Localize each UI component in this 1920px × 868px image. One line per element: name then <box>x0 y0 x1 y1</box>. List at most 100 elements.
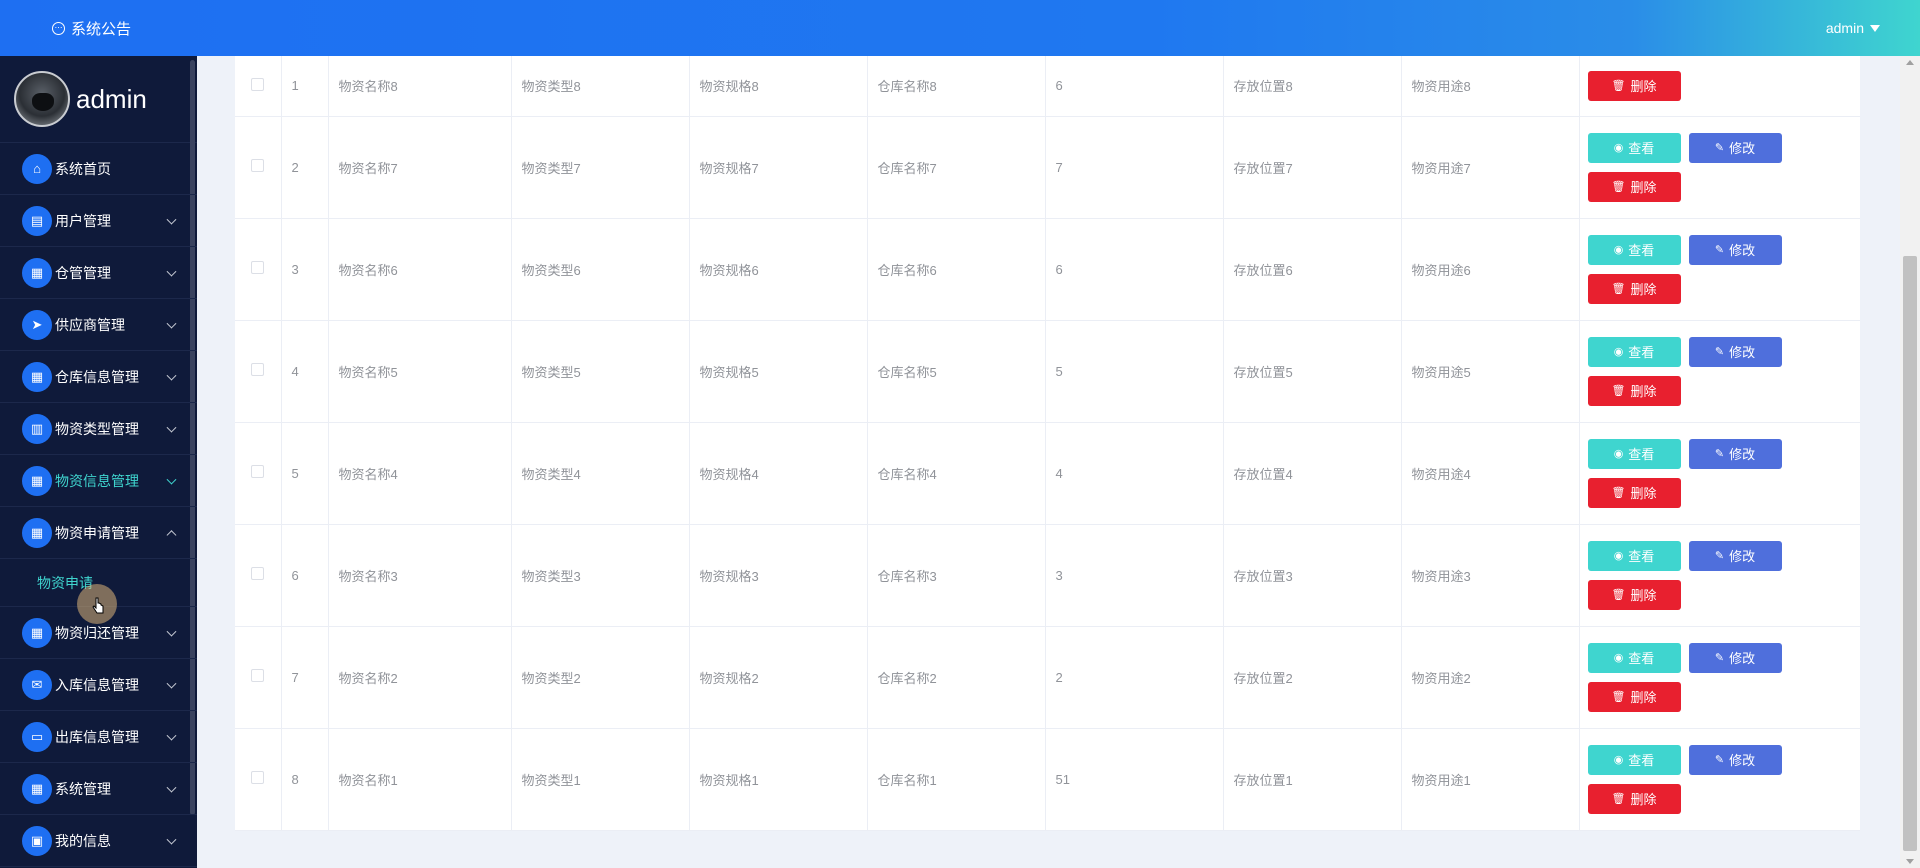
cell-warehouse: 仓库名称7 <box>867 116 1046 219</box>
cell-name: 物资名称7 <box>328 116 512 219</box>
sidebar-item-1[interactable]: ▤ 用户管理 <box>0 195 197 247</box>
delete-button[interactable]: 🗑 删除 <box>1587 579 1681 610</box>
row-checkbox[interactable] <box>251 363 265 376</box>
sidebar-item-11[interactable]: ▦ 系统管理 <box>0 763 197 815</box>
delete-button[interactable]: 🗑 删除 <box>1587 681 1681 712</box>
row-checkbox[interactable] <box>251 771 265 784</box>
view-button[interactable]: ◉ 查看 <box>1587 744 1681 775</box>
view-label: 查看 <box>1628 345 1655 360</box>
edit-label: 修改 <box>1729 447 1756 462</box>
sidebar-item-0[interactable]: ⌂ 系统首页 <box>0 143 197 195</box>
hand-cursor-icon <box>92 597 104 614</box>
row-index: 6 <box>281 524 329 627</box>
view-button[interactable]: ◉ 查看 <box>1587 642 1681 673</box>
view-label: 查看 <box>1628 141 1655 156</box>
ticket-icon: ✉ <box>22 669 52 700</box>
delete-button[interactable]: 🗑 删除 <box>1587 783 1681 814</box>
cell-spec: 物资规格5 <box>689 320 868 423</box>
edit-label: 修改 <box>1729 243 1756 258</box>
sidebar-item-label: 物资类型管理 <box>55 420 139 437</box>
cell-type: 物资类型2 <box>511 626 690 729</box>
view-button[interactable]: ◉ 查看 <box>1587 438 1681 469</box>
cell-purpose: 物资用途4 <box>1401 422 1580 525</box>
delete-button[interactable]: 🗑 删除 <box>1587 70 1681 101</box>
sidebar-item-2[interactable]: ▦ 仓管管理 <box>0 247 197 299</box>
table-row: 7 物资名称2 物资类型2 物资规格2 仓库名称2 2 存放位置2 物资用途2 ◉ 查看 ✎ 修改 🗑 删… <box>235 626 1860 729</box>
cell-location: 存放位置2 <box>1223 626 1402 729</box>
cell-name: 物资名称2 <box>328 626 512 729</box>
row-checkbox[interactable] <box>251 159 265 172</box>
row-index: 4 <box>281 320 329 423</box>
cell-purpose: 物资用途2 <box>1401 626 1580 729</box>
edit-button[interactable]: ✎ 修改 <box>1688 336 1782 367</box>
cell-name: 物资名称4 <box>328 422 512 525</box>
row-actions: ◉ 查看 ✎ 修改 🗑 删除 <box>1579 320 1860 423</box>
cell-purpose: 物资用途7 <box>1401 116 1580 219</box>
announcement-link[interactable]: ⋯ 系统公告 <box>52 18 131 39</box>
notice-icon: ⋯ <box>52 21 65 35</box>
delete-button[interactable]: 🗑 删除 <box>1587 375 1681 406</box>
page-scrollbar[interactable] <box>1900 56 1920 868</box>
sidebar-item-7[interactable]: ▦ 物资申请管理 <box>0 507 197 559</box>
sidebar-item-3[interactable]: ➤ 供应商管理 <box>0 299 197 351</box>
table-row: 8 物资名称1 物资类型1 物资规格1 仓库名称1 51 存放位置1 物资用途1 ◉ 查看 ✎ 修改 🗑… <box>235 728 1860 831</box>
cell-location: 存放位置8 <box>1223 56 1402 117</box>
cell-purpose: 物资用途5 <box>1401 320 1580 423</box>
row-checkbox[interactable] <box>251 261 265 274</box>
delete-button[interactable]: 🗑 删除 <box>1587 477 1681 508</box>
book-icon: ▥ <box>22 413 52 444</box>
sidebar-item-label: 仓管管理 <box>55 264 111 281</box>
chevron-down-icon <box>166 474 177 485</box>
delete-label: 删除 <box>1630 690 1657 705</box>
delete-button[interactable]: 🗑 删除 <box>1587 171 1681 202</box>
sidebar-item-label: 供应商管理 <box>55 316 125 333</box>
row-checkbox[interactable] <box>251 465 265 478</box>
cell-type: 物资类型5 <box>511 320 690 423</box>
row-checkbox[interactable] <box>251 77 265 91</box>
edit-button[interactable]: ✎ 修改 <box>1688 642 1782 673</box>
scroll-up-icon[interactable] <box>1906 60 1914 65</box>
edit-button[interactable]: ✎ 修改 <box>1688 744 1782 775</box>
edit-button[interactable]: ✎ 修改 <box>1688 438 1782 469</box>
card-icon: ▣ <box>22 825 52 856</box>
view-button[interactable]: ◉ 查看 <box>1587 336 1681 367</box>
sidebar-item-12[interactable]: ▣ 我的信息 <box>0 815 197 867</box>
view-label: 查看 <box>1628 447 1655 462</box>
edit-label: 修改 <box>1729 345 1756 360</box>
row-actions: ◉ 查看 ✎ 修改 🗑 删除 <box>1579 116 1860 219</box>
cell-warehouse: 仓库名称1 <box>867 728 1046 831</box>
edit-label: 修改 <box>1729 141 1756 156</box>
grid-icon: ▦ <box>22 361 52 392</box>
sidebar-item-9[interactable]: ✉ 入库信息管理 <box>0 659 197 711</box>
sidebar-item-5[interactable]: ▥ 物资类型管理 <box>0 403 197 455</box>
row-index: 1 <box>281 56 329 117</box>
scroll-down-icon[interactable] <box>1906 859 1914 864</box>
cell-name: 物资名称8 <box>328 56 512 117</box>
view-button[interactable]: ◉ 查看 <box>1587 540 1681 571</box>
row-checkbox-cell <box>235 626 282 729</box>
trash-icon: 🗑 <box>1611 181 1626 193</box>
scroll-thumb[interactable] <box>1903 256 1917 851</box>
sidebar-item-4[interactable]: ▦ 仓库信息管理 <box>0 351 197 403</box>
row-checkbox-cell <box>235 728 282 831</box>
row-checkbox[interactable] <box>251 669 265 682</box>
view-button[interactable]: ◉ 查看 <box>1587 234 1681 265</box>
edit-icon: ✎ <box>1714 346 1725 358</box>
table-row: 5 物资名称4 物资类型4 物资规格4 仓库名称4 4 存放位置4 物资用途4 ◉ 查看 ✎ 修改 🗑 删… <box>235 422 1860 525</box>
row-checkbox[interactable] <box>251 567 265 580</box>
edit-button[interactable]: ✎ 修改 <box>1688 132 1782 163</box>
cell-qty: 2 <box>1045 626 1224 729</box>
delete-button[interactable]: 🗑 删除 <box>1587 273 1681 304</box>
edit-button[interactable]: ✎ 修改 <box>1688 540 1782 571</box>
sidebar-item-10[interactable]: ▭ 出库信息管理 <box>0 711 197 763</box>
delete-label: 删除 <box>1630 282 1657 297</box>
eye-icon: ◉ <box>1613 754 1624 766</box>
delete-label: 删除 <box>1630 792 1657 807</box>
chevron-down-icon <box>166 626 177 637</box>
sidebar-item-6[interactable]: ▦ 物资信息管理 <box>0 455 197 507</box>
main-content: 1 物资名称8 物资类型8 物资规格8 仓库名称8 6 存放位置8 物资用途8 🗑 删除 2 物资名称… <box>197 56 1900 868</box>
view-button[interactable]: ◉ 查看 <box>1587 132 1681 163</box>
cell-name: 物资名称3 <box>328 524 512 627</box>
user-dropdown[interactable]: admin <box>1826 20 1880 36</box>
edit-button[interactable]: ✎ 修改 <box>1688 234 1782 265</box>
